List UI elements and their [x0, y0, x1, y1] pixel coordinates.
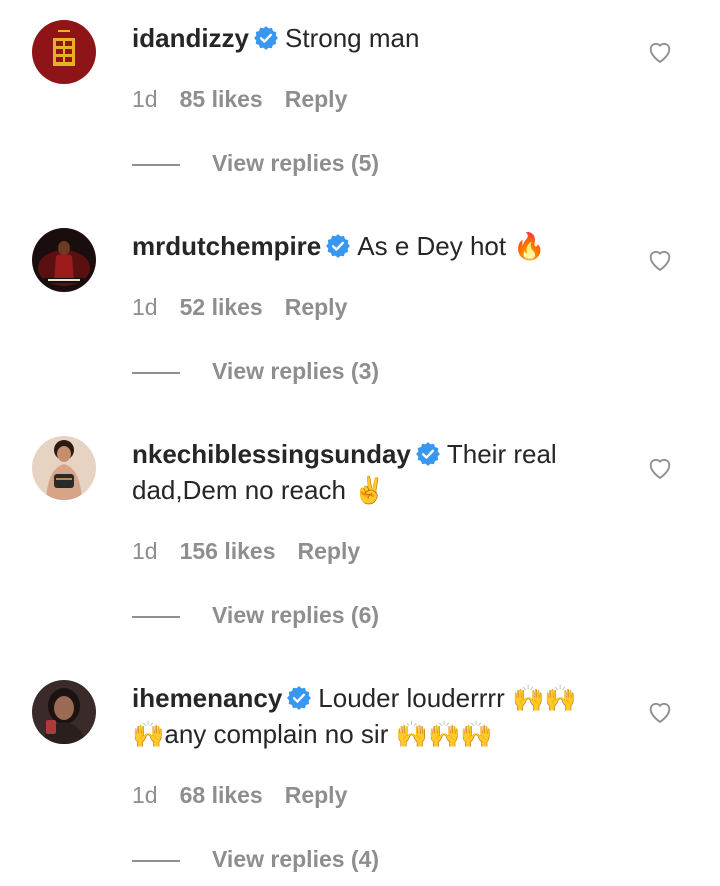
- reply-button[interactable]: Reply: [285, 294, 348, 320]
- woman-photo-avatar: [32, 436, 96, 500]
- username[interactable]: idandizzy: [132, 23, 249, 53]
- reply-button[interactable]: Reply: [285, 86, 348, 112]
- timestamp: 1d: [132, 294, 158, 320]
- verified-badge-icon: [253, 25, 279, 51]
- divider-line: [132, 372, 180, 374]
- likes-count[interactable]: 68 likes: [180, 782, 263, 808]
- username[interactable]: nkechiblessingsunday: [132, 439, 411, 469]
- comment-body: idandizzy Strong man: [132, 20, 612, 56]
- divider-line: [132, 164, 180, 166]
- comment-text-line2: any complain no sir: [164, 719, 389, 749]
- avatar[interactable]: [32, 228, 96, 292]
- likes-count[interactable]: 52 likes: [180, 294, 263, 320]
- comment-body: nkechiblessingsunday Their real dad,Dem no…: [132, 436, 612, 508]
- likes-count[interactable]: 156 likes: [180, 538, 276, 564]
- reply-button[interactable]: Reply: [298, 538, 361, 564]
- fire-emoji: 🔥: [513, 231, 546, 261]
- mamacita-poster-avatar: [32, 228, 96, 292]
- reply-button[interactable]: Reply: [285, 782, 348, 808]
- divider-line: [132, 616, 180, 618]
- like-button[interactable]: [646, 38, 674, 66]
- heart-outline-icon: [649, 703, 671, 723]
- timestamp: 1d: [132, 86, 158, 112]
- username[interactable]: mrdutchempire: [132, 231, 321, 261]
- comment-meta: 1d 156 likes Reply: [132, 538, 382, 565]
- raising-hands-emoji: 🙌🙌: [511, 683, 577, 713]
- verified-badge-icon: [286, 685, 312, 711]
- comment-body: mrdutchempire As e Dey hot 🔥: [132, 228, 612, 264]
- like-button[interactable]: [646, 454, 674, 482]
- like-button[interactable]: [646, 246, 674, 274]
- heart-outline-icon: [649, 459, 671, 479]
- divider-line: [132, 860, 180, 862]
- avatar[interactable]: [32, 436, 96, 500]
- comment-meta: 1d 85 likes Reply: [132, 86, 369, 113]
- comment-text: Strong man: [285, 23, 420, 53]
- heart-outline-icon: [649, 251, 671, 271]
- view-replies-label: View replies (5): [212, 150, 380, 176]
- comment-text-line1: Their real: [446, 439, 557, 469]
- raising-hands-emoji: 🙌🙌🙌: [395, 719, 493, 749]
- comment-body: ihemenancy Louder louderrrr 🙌🙌 🙌any compla…: [132, 680, 612, 752]
- like-button[interactable]: [646, 698, 674, 726]
- comment-text-line1: Louder louderrrr: [318, 683, 505, 713]
- avatar[interactable]: [32, 20, 96, 84]
- comment-text-line2: dad,Dem no reach: [132, 475, 346, 505]
- heart-outline-icon: [649, 43, 671, 63]
- timestamp: 1d: [132, 782, 158, 808]
- album-cover-avatar: [32, 20, 96, 84]
- raising-hands-emoji: 🙌: [132, 719, 165, 749]
- victory-hand-emoji: ✌️: [353, 475, 386, 505]
- view-replies-label: View replies (3): [212, 358, 380, 384]
- avatar[interactable]: [32, 680, 96, 744]
- verified-badge-icon: [325, 233, 351, 259]
- view-replies-label: View replies (6): [212, 602, 380, 628]
- comment-meta: 1d 52 likes Reply: [132, 294, 369, 321]
- view-replies-label: View replies (4): [212, 846, 380, 872]
- woman-selfie-avatar: [32, 680, 96, 744]
- username[interactable]: ihemenancy: [132, 683, 282, 713]
- verified-badge-icon: [415, 441, 441, 467]
- comment-text: As e Dey hot: [357, 231, 507, 261]
- likes-count[interactable]: 85 likes: [180, 86, 263, 112]
- timestamp: 1d: [132, 538, 158, 564]
- comment-meta: 1d 68 likes Reply: [132, 782, 369, 809]
